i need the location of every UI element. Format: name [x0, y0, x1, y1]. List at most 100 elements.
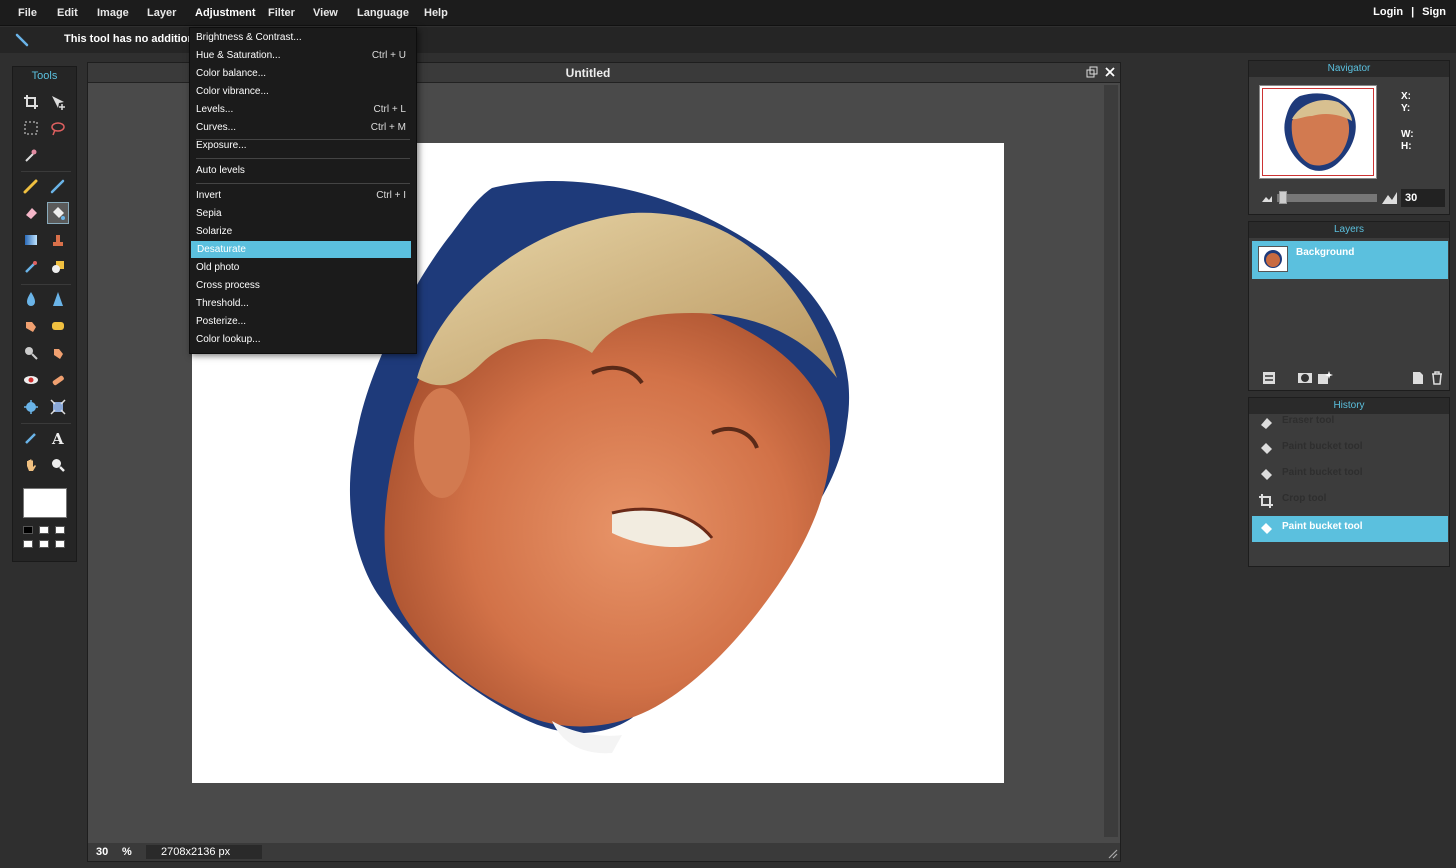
navigator-viewport-rect[interactable]	[1262, 88, 1374, 176]
history-item[interactable]: Paint bucket tool	[1252, 436, 1448, 462]
move-tool-icon[interactable]	[47, 91, 69, 113]
menu-item-label: Curves...	[196, 122, 237, 133]
menu-file[interactable]: File	[18, 7, 37, 19]
swatch-white[interactable]	[23, 540, 33, 548]
menu-item-levels[interactable]: Levels... Ctrl + L	[190, 101, 416, 118]
drawing-tool-icon[interactable]	[47, 256, 69, 278]
navigator-thumbnail[interactable]	[1259, 85, 1377, 179]
paint-bucket-tool-icon[interactable]	[47, 202, 69, 224]
menu-adjustment[interactable]: Adjustment	[195, 7, 256, 19]
primary-color-swatch[interactable]	[23, 488, 67, 518]
magic-wand-icon[interactable]	[20, 144, 42, 166]
gradient-tool-icon[interactable]	[20, 229, 42, 251]
navigator-zoom-knob[interactable]	[1279, 191, 1287, 204]
sponge-tool-icon[interactable]	[47, 315, 69, 337]
pinch-tool-icon[interactable]	[47, 396, 69, 418]
pencil-tool-icon[interactable]	[20, 175, 42, 197]
tool-options-message: This tool has no additional	[64, 33, 204, 45]
blur-tool-icon[interactable]	[20, 288, 42, 310]
menu-item-label: Old photo	[196, 262, 240, 273]
eraser-icon	[1258, 415, 1274, 431]
layer-settings-icon[interactable]	[1261, 370, 1277, 386]
lasso-tool-icon[interactable]	[47, 117, 69, 139]
signup-link[interactable]: Sign	[1422, 6, 1446, 18]
menu-item-cross-process[interactable]: Cross process	[190, 277, 416, 294]
swatch-black[interactable]	[23, 526, 33, 534]
marquee-select-icon[interactable]	[20, 117, 42, 139]
paint-bucket-icon	[1258, 521, 1274, 537]
adjustment-menu: Brightness & Contrast... Hue & Saturatio…	[189, 27, 417, 354]
history-item[interactable]: Eraser tool	[1252, 410, 1448, 436]
menu-edit[interactable]: Edit	[57, 7, 78, 19]
history-item-label: Paint bucket tool	[1282, 521, 1363, 532]
menu-item-exposure[interactable]: Exposure...	[190, 137, 416, 154]
menu-item-sepia[interactable]: Sepia	[190, 205, 416, 222]
burn-tool-icon[interactable]	[47, 342, 69, 364]
menu-view[interactable]: View	[313, 7, 338, 19]
menu-item-threshold[interactable]: Threshold...	[190, 295, 416, 312]
history-item-current[interactable]: Paint bucket tool	[1252, 516, 1448, 542]
tools-separator	[21, 423, 71, 424]
login-link[interactable]: Login	[1373, 6, 1403, 18]
crop-tool-icon[interactable]	[20, 91, 42, 113]
navigator-x-label: X:	[1401, 91, 1411, 102]
smudge-tool-icon[interactable]	[20, 315, 42, 337]
menu-layer[interactable]: Layer	[147, 7, 176, 19]
menu-item-solarize[interactable]: Solarize	[190, 223, 416, 240]
menu-item-brightness-contrast[interactable]: Brightness & Contrast...	[190, 29, 416, 46]
layer-styles-icon[interactable]	[1317, 370, 1333, 386]
history-item[interactable]: Crop tool	[1252, 488, 1448, 514]
hand-tool-icon[interactable]	[20, 454, 42, 476]
menu-help[interactable]: Help	[424, 7, 448, 19]
color-replace-icon[interactable]	[20, 256, 42, 278]
brush-tool-icon[interactable]	[47, 175, 69, 197]
menu-item-hue-saturation[interactable]: Hue & Saturation... Ctrl + U	[190, 47, 416, 64]
tools-separator	[21, 284, 71, 285]
restore-window-icon[interactable]	[1086, 66, 1098, 78]
menu-item-invert[interactable]: Invert Ctrl + I	[190, 187, 416, 204]
new-layer-icon[interactable]	[1409, 370, 1425, 386]
zoom-out-icon[interactable]	[1261, 193, 1273, 203]
navigator-zoom-slider[interactable]	[1277, 194, 1377, 202]
eraser-tool-icon[interactable]	[20, 202, 42, 224]
menu-item-color-lookup[interactable]: Color lookup...	[190, 331, 416, 348]
swatch-white[interactable]	[39, 540, 49, 548]
menu-item-posterize[interactable]: Posterize...	[190, 313, 416, 330]
clone-stamp-icon[interactable]	[47, 229, 69, 251]
zoom-in-icon[interactable]	[1381, 191, 1399, 205]
history-item[interactable]: Paint bucket tool	[1252, 462, 1448, 488]
close-window-icon[interactable]	[1104, 66, 1116, 78]
zoom-tool-icon[interactable]	[47, 454, 69, 476]
zoom-value[interactable]: 30	[96, 846, 108, 858]
menu-language[interactable]: Language	[357, 7, 409, 19]
text-tool-icon[interactable]: A	[47, 427, 69, 449]
menu-item-label: Color balance...	[196, 68, 267, 79]
menu-item-desaturate[interactable]: Desaturate	[191, 241, 411, 258]
bloat-tool-icon[interactable]	[20, 396, 42, 418]
sharpen-tool-icon[interactable]	[47, 288, 69, 310]
spot-heal-icon[interactable]	[47, 369, 69, 391]
layer-row-background[interactable]: Background	[1252, 241, 1448, 279]
menu-item-auto-levels[interactable]: Auto levels	[190, 162, 416, 179]
layer-mask-icon[interactable]	[1297, 370, 1313, 386]
dodge-tool-icon[interactable]	[20, 342, 42, 364]
menu-item-shortcut: Ctrl + L	[373, 104, 406, 115]
swatch-white[interactable]	[39, 526, 49, 534]
menu-image[interactable]: Image	[97, 7, 129, 19]
history-item-label: Paint bucket tool	[1282, 441, 1363, 452]
vertical-scrollbar[interactable]	[1104, 85, 1118, 837]
swatch-white[interactable]	[55, 526, 65, 534]
menu-item-label: Exposure...	[196, 140, 247, 151]
delete-layer-icon[interactable]	[1429, 370, 1445, 386]
menu-item-old-photo[interactable]: Old photo	[190, 259, 416, 276]
resize-grip-icon[interactable]	[1108, 849, 1118, 859]
menu-item-color-balance[interactable]: Color balance...	[190, 65, 416, 82]
layer-thumbnail	[1258, 246, 1288, 272]
menu-item-curves[interactable]: Curves... Ctrl + M	[190, 119, 416, 136]
red-eye-tool-icon[interactable]	[20, 369, 42, 391]
eyedropper-icon[interactable]	[20, 427, 42, 449]
navigator-zoom-input[interactable]: 30	[1401, 189, 1445, 207]
menu-item-color-vibrance[interactable]: Color vibrance...	[190, 83, 416, 100]
menu-filter[interactable]: Filter	[268, 7, 295, 19]
swatch-white[interactable]	[55, 540, 65, 548]
